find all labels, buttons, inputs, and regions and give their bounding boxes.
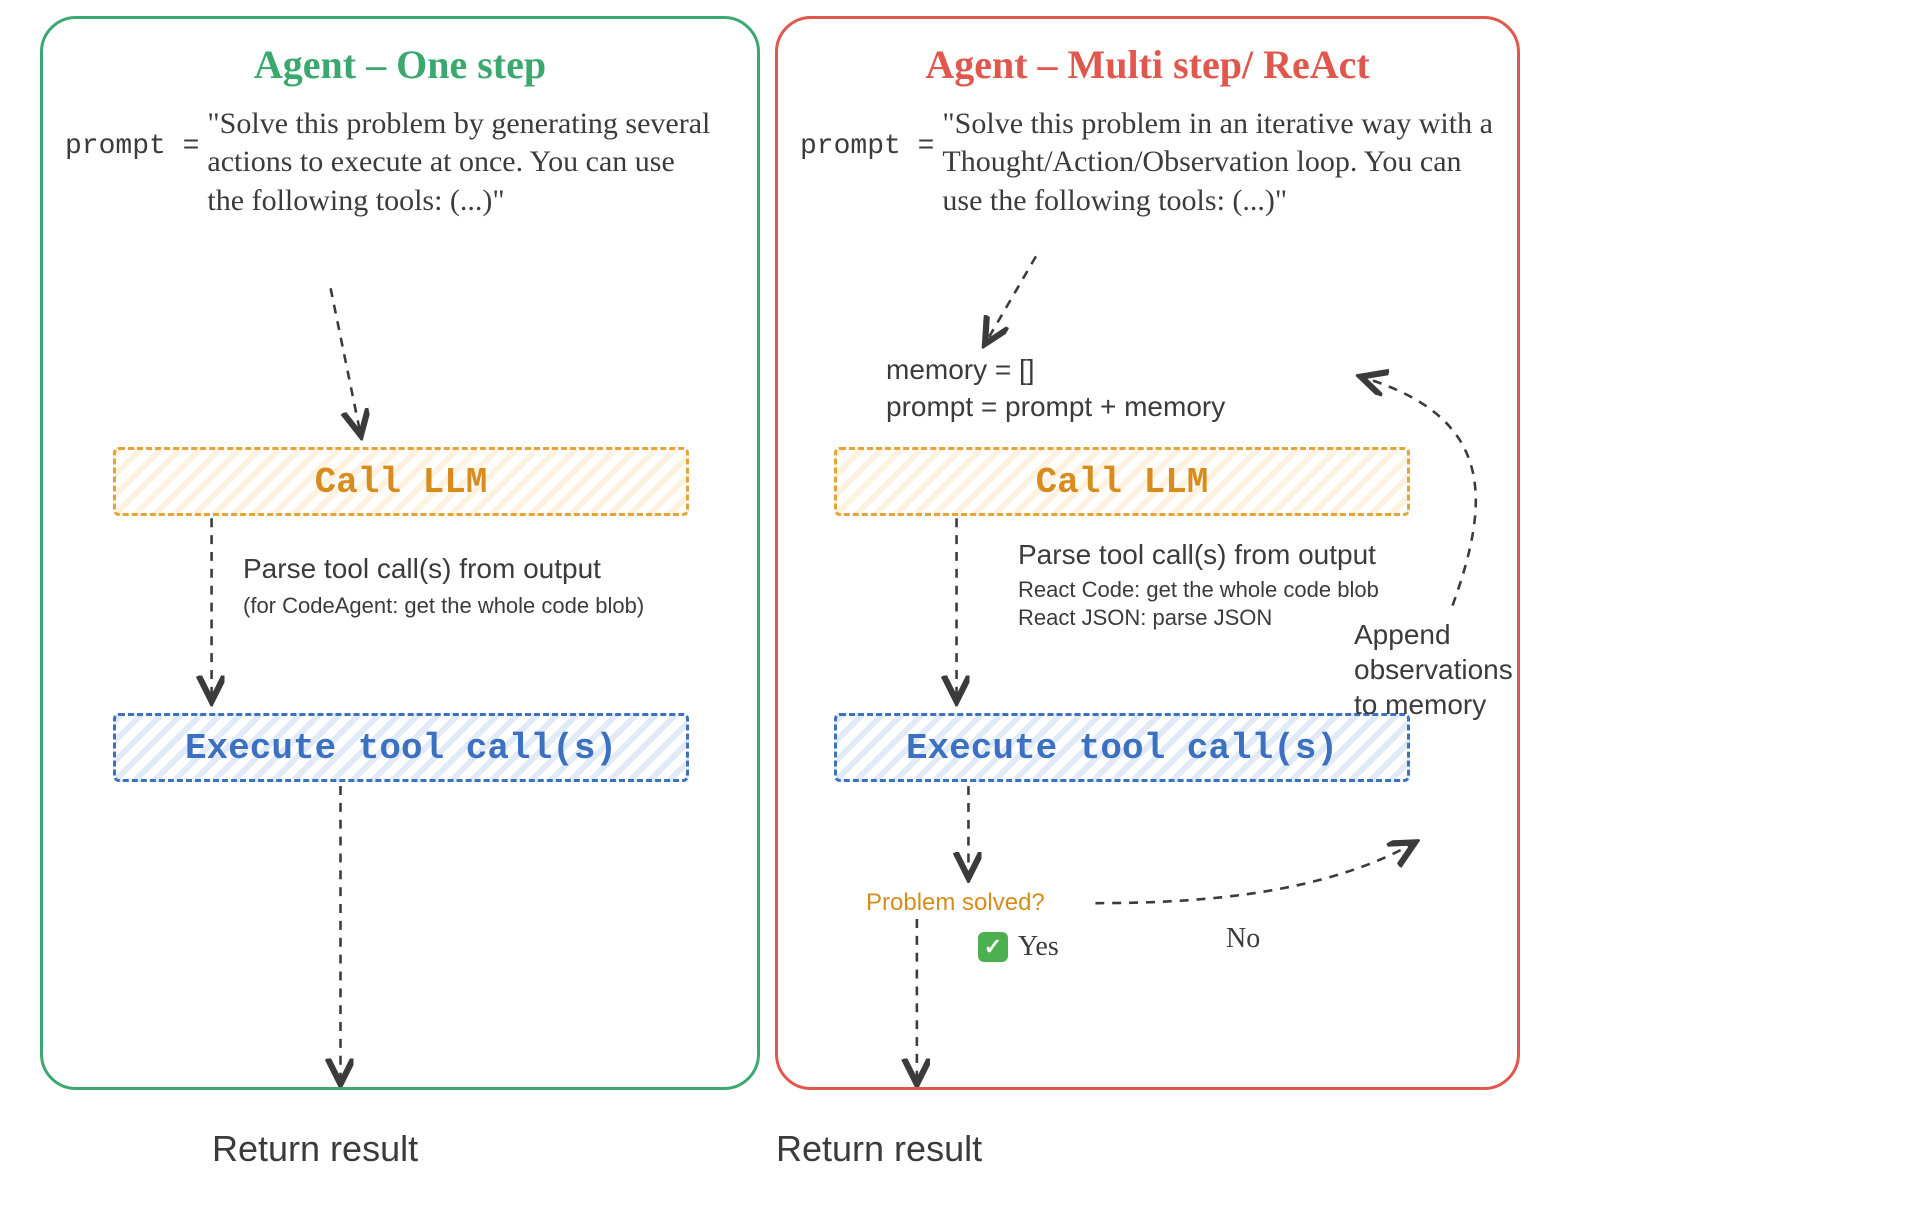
check-icon: ✓ xyxy=(978,932,1008,962)
prompt-label-right: prompt = xyxy=(800,131,934,162)
execute-box-right: Execute tool call(s) xyxy=(834,713,1410,782)
prompt-label-left: prompt = xyxy=(65,131,199,162)
react-json-note: React JSON: parse JSON xyxy=(1018,605,1272,631)
call-llm-box-right: Call LLM xyxy=(834,447,1410,516)
parse-note-left: Parse tool call(s) from output xyxy=(243,553,601,585)
memory-init: memory = [] xyxy=(886,354,1035,386)
panel-react: Agent – Multi step/ ReAct prompt = "Solv… xyxy=(775,16,1520,1090)
append-observations-label: Append observations to memory xyxy=(1354,617,1524,722)
parse-note-right: Parse tool call(s) from output xyxy=(1018,539,1376,571)
prompt-update: prompt = prompt + memory xyxy=(886,391,1225,423)
return-result-right: Return result xyxy=(776,1128,982,1170)
codeagent-note-left: (for CodeAgent: get the whole code blob) xyxy=(243,593,644,619)
no-branch: No xyxy=(1226,923,1260,955)
panel-title-left: Agent – One step xyxy=(43,41,757,88)
prompt-text-right: "Solve this problem in an iterative way … xyxy=(942,105,1502,220)
react-code-note: React Code: get the whole code blob xyxy=(1018,577,1379,603)
yes-label: Yes xyxy=(1018,931,1059,963)
execute-box-left: Execute tool call(s) xyxy=(113,713,689,782)
problem-solved-label: Problem solved? xyxy=(866,889,1045,917)
prompt-text-left: "Solve this problem by generating severa… xyxy=(207,105,717,220)
call-llm-box-left: Call LLM xyxy=(113,447,689,516)
prompt-row-right: prompt = "Solve this problem in an itera… xyxy=(800,105,1502,220)
panel-title-right: Agent – Multi step/ ReAct xyxy=(778,41,1517,88)
return-result-left: Return result xyxy=(212,1128,418,1170)
yes-branch: ✓ Yes xyxy=(978,931,1059,963)
prompt-row-left: prompt = "Solve this problem by generati… xyxy=(65,105,717,220)
panel-one-step: Agent – One step prompt = "Solve this pr… xyxy=(40,16,760,1090)
